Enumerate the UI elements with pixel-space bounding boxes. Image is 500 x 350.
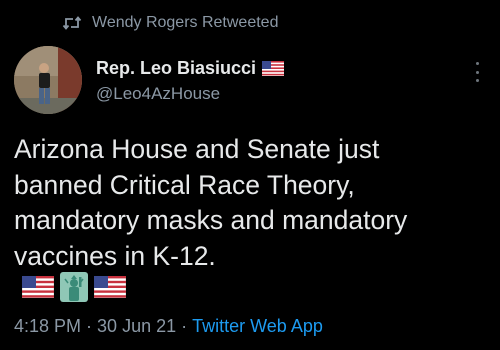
us-flag-icon xyxy=(92,270,128,304)
display-name[interactable]: Rep. Leo Biasiucci xyxy=(96,58,256,79)
retweet-icon xyxy=(62,15,84,31)
tweet-source-link[interactable]: Twitter Web App xyxy=(192,316,323,337)
tweet-meta: 4:18 PM · 30 Jun 21 · Twitter Web App xyxy=(14,316,323,337)
tweet-author: Rep. Leo Biasiucci @Leo4AzHouse xyxy=(96,56,285,104)
tweet-time[interactable]: 4:18 PM xyxy=(14,316,81,337)
retweet-label[interactable]: Wendy Rogers Retweeted xyxy=(92,14,278,32)
meta-separator: · xyxy=(86,316,93,336)
more-options-icon[interactable] xyxy=(472,62,482,82)
avatar[interactable] xyxy=(14,46,82,114)
us-flag-icon xyxy=(20,270,56,304)
statue-of-liberty-icon xyxy=(56,270,92,304)
tweet-text: Arizona House and Senate just banned Cri… xyxy=(14,134,408,271)
us-flag-icon xyxy=(262,60,285,76)
retweet-header: Wendy Rogers Retweeted xyxy=(62,12,278,34)
meta-separator: · xyxy=(181,316,188,336)
tweet-date[interactable]: 30 Jun 21 xyxy=(97,316,176,337)
user-handle[interactable]: @Leo4AzHouse xyxy=(96,84,284,104)
tweet-emojis xyxy=(20,270,128,304)
